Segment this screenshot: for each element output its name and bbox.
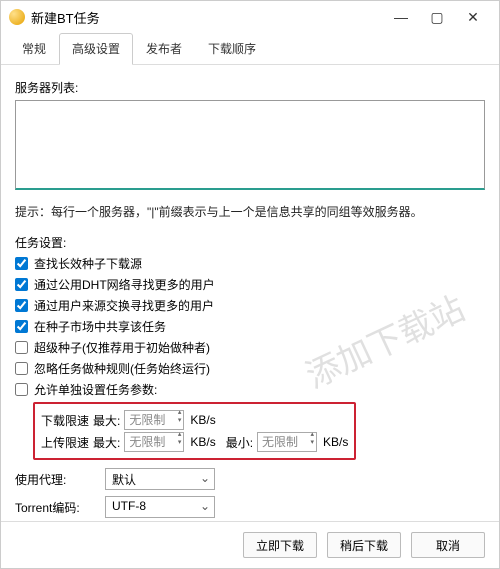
server-list-label: 服务器列表: (15, 79, 485, 96)
content-area: 添加下载站 服务器列表: 提示：每行一个服务器，"|"前缀表示与上一个是信息共享… (1, 65, 499, 521)
proxy-row: 使用代理: 默认 (15, 468, 485, 490)
check-long-seed[interactable] (15, 257, 28, 270)
download-later-button[interactable]: 稍后下载 (327, 532, 401, 558)
check-row-4: 超级种子(仅推荐用于初始做种者) (15, 339, 485, 356)
check-pex[interactable] (15, 299, 28, 312)
titlebar: 新建BT任务 — ▢ ✕ (1, 1, 499, 33)
ul-min-input[interactable]: 无限制 (257, 432, 317, 452)
dl-limit-label: 下载限速 (41, 412, 89, 429)
check-row-2: 通过用户来源交换寻找更多的用户 (15, 297, 485, 314)
check-row-3: 在种子市场中共享该任务 (15, 318, 485, 335)
encoding-select[interactable]: UTF-8 (105, 496, 215, 518)
tab-order[interactable]: 下载顺序 (195, 33, 269, 64)
server-hint: 提示：每行一个服务器，"|"前缀表示与上一个是信息共享的同组等效服务器。 (15, 203, 485, 220)
ul-limit-label: 上传限速 (41, 434, 89, 451)
ul-max-input[interactable]: 无限制 (124, 432, 184, 452)
app-icon (9, 9, 25, 25)
close-button[interactable]: ✕ (455, 3, 491, 31)
proxy-label: 使用代理: (15, 471, 105, 488)
window-title: 新建BT任务 (31, 8, 383, 27)
check-label: 通过用户来源交换寻找更多的用户 (34, 297, 214, 314)
max-label: 最大: (93, 434, 120, 451)
encoding-row: Torrent编码: UTF-8 (15, 496, 485, 518)
check-dht[interactable] (15, 278, 28, 291)
dialog-window: 新建BT任务 — ▢ ✕ 常规 高级设置 发布者 下载顺序 添加下载站 服务器列… (0, 0, 500, 569)
max-label: 最大: (93, 412, 120, 429)
check-row-0: 查找长效种子下载源 (15, 255, 485, 272)
check-label: 通过公用DHT网络寻找更多的用户 (34, 276, 215, 293)
unit-label: KB/s (190, 435, 215, 449)
tab-general[interactable]: 常规 (9, 33, 59, 64)
unit-label: KB/s (190, 413, 215, 427)
dl-max-input[interactable]: 无限制 (124, 410, 184, 430)
task-settings-label: 任务设置: (15, 234, 485, 251)
maximize-button[interactable]: ▢ (419, 3, 455, 31)
speed-limits-box: 下载限速 最大: 无限制 KB/s 上传限速 最大: 无限制 KB/s 最小: … (33, 402, 356, 460)
download-now-button[interactable]: 立即下载 (243, 532, 317, 558)
server-list-input[interactable] (15, 100, 485, 190)
upload-limit-row: 上传限速 最大: 无限制 KB/s 最小: 无限制 KB/s (41, 432, 348, 452)
check-superseed[interactable] (15, 341, 28, 354)
cancel-button[interactable]: 取消 (411, 532, 485, 558)
check-ignore-rules[interactable] (15, 362, 28, 375)
check-label: 超级种子(仅推荐用于初始做种者) (34, 339, 210, 356)
check-row-1: 通过公用DHT网络寻找更多的用户 (15, 276, 485, 293)
min-label: 最小: (226, 434, 253, 451)
check-label: 允许单独设置任务参数: (34, 381, 157, 398)
encoding-label: Torrent编码: (15, 499, 105, 516)
unit-label: KB/s (323, 435, 348, 449)
check-custom-params[interactable] (15, 383, 28, 396)
check-row-6: 允许单独设置任务参数: (15, 381, 485, 398)
dialog-footer: 立即下载 稍后下载 取消 (1, 521, 499, 568)
check-label: 在种子市场中共享该任务 (34, 318, 166, 335)
tab-advanced[interactable]: 高级设置 (59, 33, 133, 65)
check-market[interactable] (15, 320, 28, 333)
check-label: 忽略任务做种规则(任务始终运行) (34, 360, 210, 377)
check-label: 查找长效种子下载源 (34, 255, 142, 272)
check-row-5: 忽略任务做种规则(任务始终运行) (15, 360, 485, 377)
download-limit-row: 下载限速 最大: 无限制 KB/s (41, 410, 348, 430)
tab-bar: 常规 高级设置 发布者 下载顺序 (1, 33, 499, 65)
minimize-button[interactable]: — (383, 3, 419, 31)
tab-publisher[interactable]: 发布者 (133, 33, 195, 64)
proxy-select[interactable]: 默认 (105, 468, 215, 490)
task-settings-section: 任务设置: 查找长效种子下载源 通过公用DHT网络寻找更多的用户 通过用户来源交… (15, 234, 485, 518)
